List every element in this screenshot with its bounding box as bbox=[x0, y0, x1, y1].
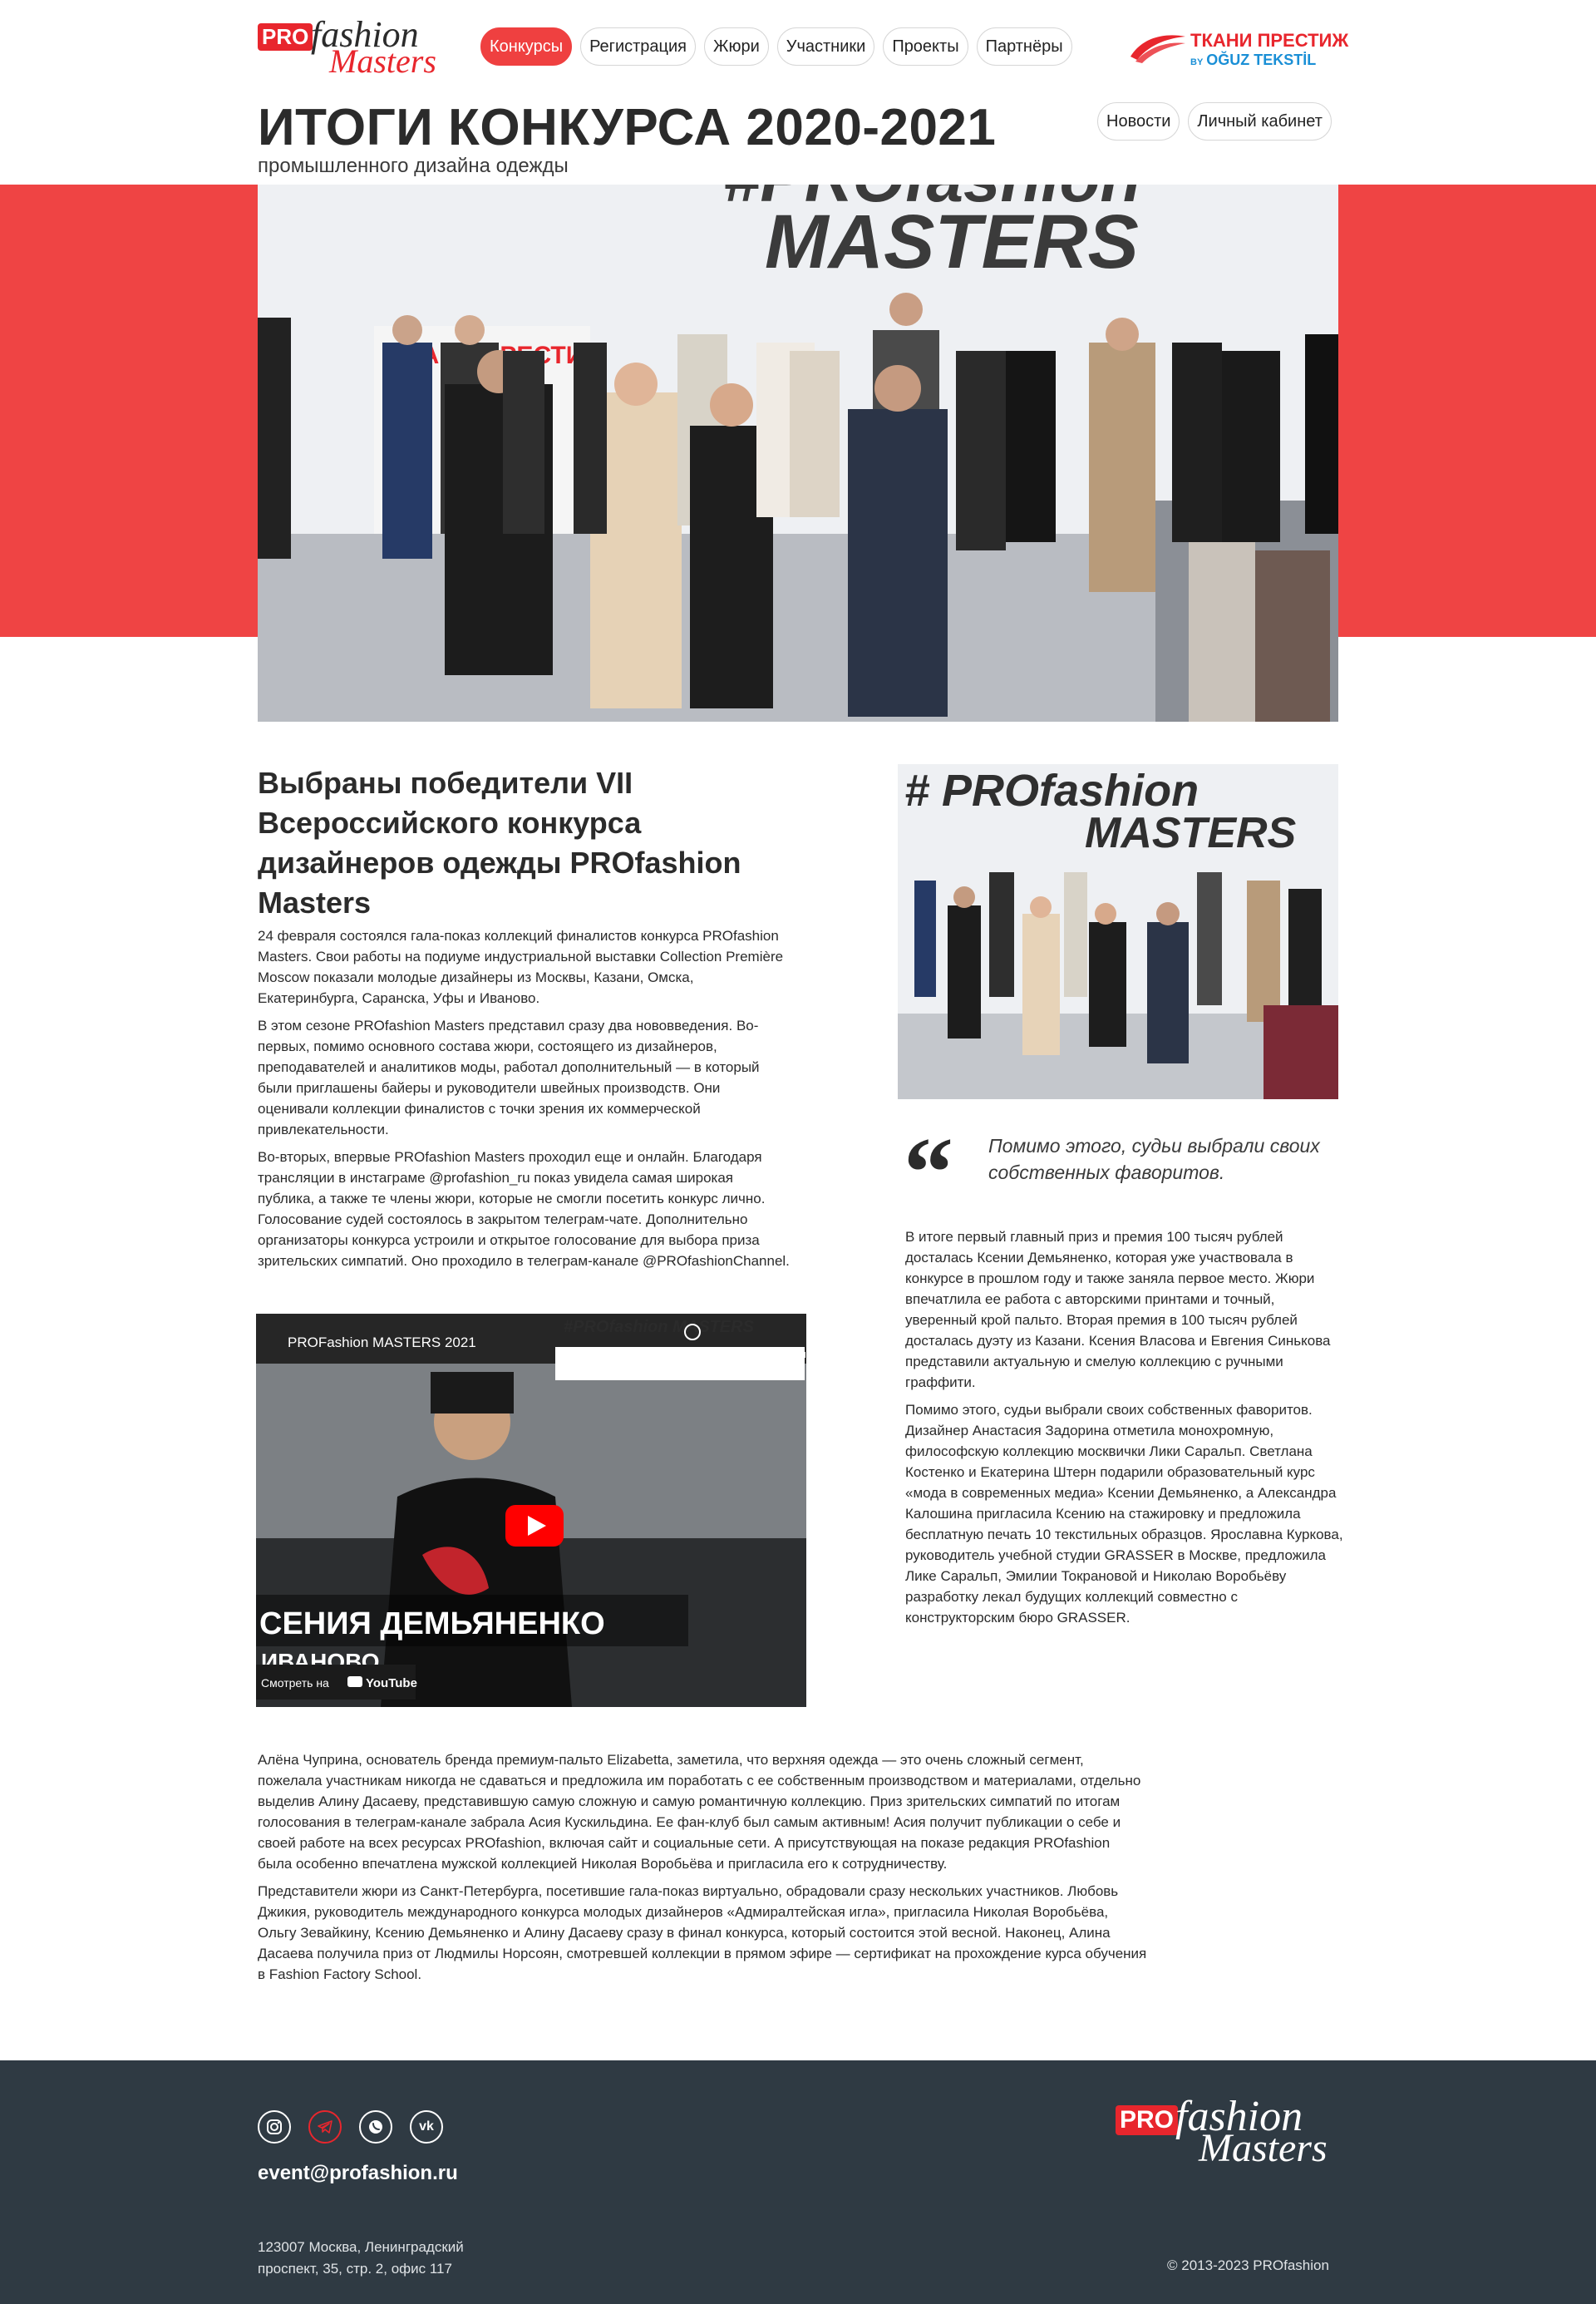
secondary-nav: Новости Личный кабинет bbox=[1097, 102, 1332, 141]
footer-email[interactable]: event@profashion.ru bbox=[258, 2162, 458, 2185]
nav-item-account[interactable]: Личный кабинет bbox=[1188, 102, 1332, 141]
footer-copyright: © 2013-2023 PROfashion bbox=[1167, 2257, 1329, 2273]
hero-scene: #PROfashion MASTERS ТКАНИ ПРЕСТИЖ bbox=[258, 185, 1338, 722]
article-left-column: 24 февраля состоялся гала-показ коллекци… bbox=[258, 925, 790, 1278]
footer-address: 123007 Москва, Ленинградский проспект, 3… bbox=[258, 2239, 464, 2277]
site-footer bbox=[0, 2060, 1596, 2304]
article-paragraph: Помимо этого, судьи выбрали своих собств… bbox=[905, 1402, 1343, 1626]
article-paragraph: Во-вторых, впервые PROfashion Masters пр… bbox=[258, 1149, 790, 1269]
video-title: PROFashion MASTERS 2021 bbox=[288, 1335, 476, 1350]
nav-item-partners[interactable]: Партнёры bbox=[976, 27, 1072, 66]
nav-item-jury[interactable]: Жюри bbox=[704, 27, 769, 66]
footer-logo[interactable]: PRO fashion Masters bbox=[1116, 2095, 1340, 2170]
video-thumbnail: #PROfashion MASTERS PROFashion MASTERS 2… bbox=[256, 1314, 806, 1707]
page-subtitle: промышленного дизайна одежды bbox=[258, 155, 569, 177]
telegram-icon[interactable] bbox=[308, 2110, 342, 2144]
logo-pro: PRO bbox=[258, 23, 313, 51]
partner-swoosh-icon bbox=[1130, 35, 1185, 63]
nav-item-participants[interactable]: Участники bbox=[776, 27, 875, 66]
article-bottom-column: Алёна Чуприна, основатель бренда премиум… bbox=[258, 1749, 1147, 1991]
video-watch-later[interactable]: Смотреть ... bbox=[662, 1348, 722, 1360]
footer-logo-masters: Masters bbox=[1199, 2126, 1328, 2170]
video-overlay-name: СЕНИЯ ДЕМЬЯНЕНКО bbox=[259, 1606, 605, 1641]
nav-item-konkursy[interactable]: Конкурсы bbox=[480, 27, 573, 66]
site-logo[interactable]: PRO fashion Masters bbox=[258, 17, 441, 80]
article-quote: Помимо этого, судьи выбрали своих собств… bbox=[988, 1135, 1320, 1183]
article-heading: Выбраны победители VII Всероссийского ко… bbox=[258, 766, 741, 920]
youtube-video-embed[interactable]: #PROfashion MASTERS PROFashion MASTERS 2… bbox=[256, 1314, 806, 1707]
nav-item-registration[interactable]: Регистрация bbox=[580, 27, 696, 66]
youtube-icon bbox=[347, 1676, 362, 1687]
footer-logo-pro: PRO bbox=[1116, 2105, 1179, 2135]
article-photo-scene: # PROfashion MASTERS bbox=[898, 764, 1338, 1099]
whatsapp-icon[interactable] bbox=[359, 2110, 392, 2144]
logo-masters: Masters bbox=[329, 42, 436, 80]
hero-photo: #PROfashion MASTERS ТКАНИ ПРЕСТИЖ bbox=[258, 185, 1338, 722]
article-paragraph: Представители жюри из Санкт-Петербурга, … bbox=[258, 1883, 1147, 1982]
vk-icon[interactable]: vk bbox=[410, 2110, 443, 2144]
instagram-icon[interactable] bbox=[258, 2110, 291, 2144]
article-paragraph: 24 февраля состоялся гала-показ коллекци… bbox=[258, 928, 784, 1006]
partner-brand: BY OĞUZ TEKSTİL bbox=[1190, 52, 1317, 68]
nav-item-news[interactable]: Новости bbox=[1097, 102, 1180, 141]
article-paragraph: Алёна Чуприна, основатель бренда премиум… bbox=[258, 1752, 1141, 1872]
article-paragraph: В этом сезоне PROfashion Masters предста… bbox=[258, 1018, 760, 1137]
article-photo: # PROfashion MASTERS bbox=[898, 764, 1338, 1099]
partner-name: ТКАНИ ПРЕСТИЖ bbox=[1190, 30, 1349, 51]
article-right-column: В итоге первый главный приз и премия 100… bbox=[905, 1226, 1346, 1635]
photo-banner-line1: # PROfashion bbox=[904, 766, 1199, 816]
video-banner-text: #PROfashion MASTERS bbox=[564, 1318, 755, 1336]
article-paragraph: В итоге первый главный приз и премия 100… bbox=[905, 1229, 1331, 1390]
photo-banner-line2: MASTERS bbox=[1085, 809, 1297, 857]
partner-logo[interactable]: ТКАНИ ПРЕСТИЖ BY OĞUZ TEKSTİL bbox=[1127, 27, 1348, 70]
nav-item-projects[interactable]: Проекты bbox=[883, 27, 968, 66]
youtube-label: YouTube bbox=[366, 1676, 417, 1690]
main-nav: Конкурсы Регистрация Жюри Участники Прое… bbox=[480, 27, 1072, 66]
quote-mark-icon: “ bbox=[904, 1117, 953, 1227]
hero-banner-line2: MASTERS bbox=[765, 200, 1139, 284]
watch-on-label: Смотреть на bbox=[261, 1676, 329, 1690]
social-links: vk bbox=[258, 2110, 443, 2144]
video-share[interactable]: Поделиться bbox=[746, 1348, 806, 1360]
page-title: ИТОГИ КОНКУРСА 2020-2021 bbox=[258, 99, 997, 156]
